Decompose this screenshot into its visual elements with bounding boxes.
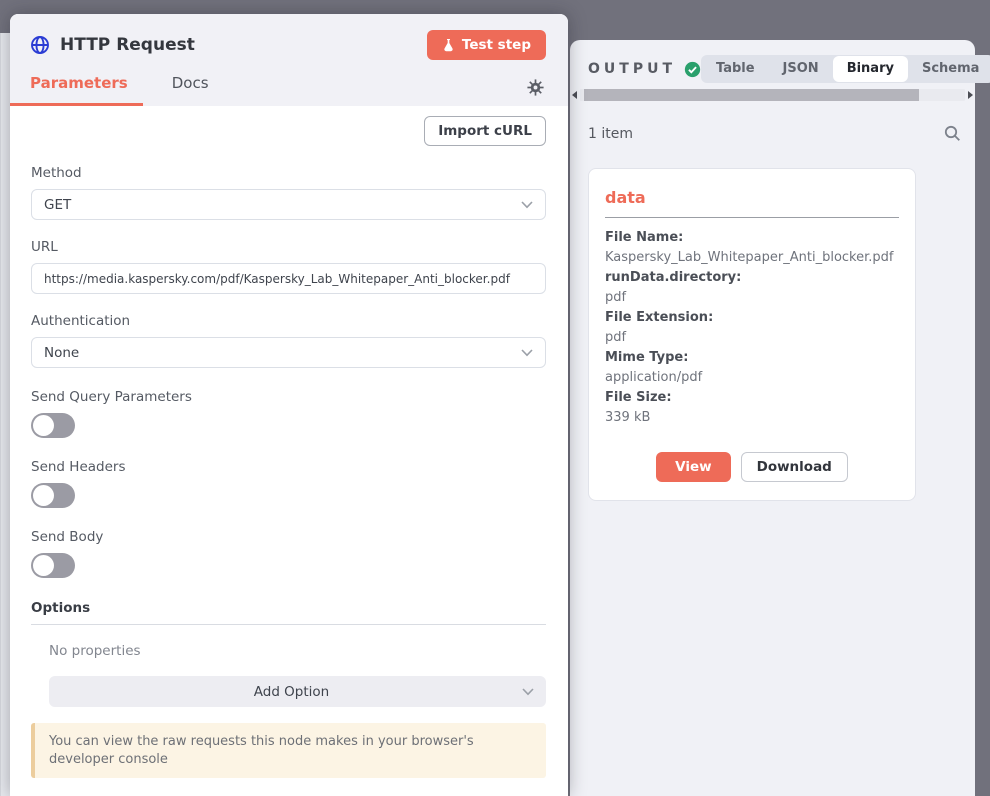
node-title: HTTP Request <box>60 35 427 55</box>
file-extension-value: pdf <box>605 328 899 348</box>
send-query-parameters-toggle[interactable] <box>31 413 75 438</box>
mime-type-field: Mime Type: application/pdf <box>605 348 899 388</box>
rundata-directory-label: runData.directory: <box>605 268 899 288</box>
rundata-directory-value: pdf <box>605 288 899 308</box>
tab-docs[interactable]: Docs <box>172 74 209 106</box>
method-label: Method <box>31 165 546 181</box>
options-title: Options <box>31 600 546 625</box>
test-step-button[interactable]: Test step <box>427 30 546 60</box>
view-button[interactable]: View <box>656 452 730 482</box>
send-body-group: Send Body <box>31 529 546 578</box>
success-check-icon <box>684 61 701 78</box>
send-query-parameters-label: Send Query Parameters <box>31 389 546 405</box>
binary-key: data <box>605 182 899 217</box>
output-tab-binary[interactable]: Binary <box>833 56 908 82</box>
horizontal-scrollbar <box>570 88 975 101</box>
output-tab-schema[interactable]: Schema <box>908 56 990 82</box>
send-query-parameters-group: Send Query Parameters <box>31 389 546 438</box>
scroll-right-arrow[interactable] <box>968 91 973 99</box>
authentication-select[interactable]: None <box>31 337 546 368</box>
items-row: 1 item <box>570 101 975 142</box>
send-body-label: Send Body <box>31 529 546 545</box>
chevron-down-icon <box>522 688 534 696</box>
gear-icon[interactable] <box>527 79 544 96</box>
url-label: URL <box>31 239 546 255</box>
file-size-label: File Size: <box>605 388 899 408</box>
method-value: GET <box>44 197 521 213</box>
scrollbar-thumb[interactable] <box>584 89 919 101</box>
add-option-label: Add Option <box>61 684 522 700</box>
file-name-field: File Name: Kaspersky_Lab_Whitepaper_Anti… <box>605 228 899 268</box>
add-option-select[interactable]: Add Option <box>49 676 546 707</box>
toggle-knob <box>33 485 54 506</box>
parameters-pane: Import cURL Method GET URL Authenticatio… <box>10 106 568 796</box>
developer-console-notice: You can view the raw requests this node … <box>31 723 546 778</box>
file-name-value: Kaspersky_Lab_Whitepaper_Anti_blocker.pd… <box>605 248 899 268</box>
items-count: 1 item <box>588 126 633 142</box>
output-tab-bar: Table JSON Binary Schema <box>701 55 990 83</box>
url-input[interactable] <box>31 263 546 294</box>
import-curl-button[interactable]: Import cURL <box>424 116 546 146</box>
file-size-value: 339 kB <box>605 408 899 428</box>
test-step-label: Test step <box>462 37 531 53</box>
output-tab-json[interactable]: JSON <box>769 56 833 82</box>
node-settings-modal: HTTP Request Test step Parameters Docs <box>10 14 568 796</box>
authentication-field: Authentication None <box>31 313 546 368</box>
scroll-left-arrow[interactable] <box>572 91 577 99</box>
mime-type-value: application/pdf <box>605 368 899 388</box>
output-title: OUTPUT <box>588 61 676 77</box>
card-divider <box>605 217 899 218</box>
chevron-down-icon <box>521 349 533 357</box>
output-tab-table[interactable]: Table <box>702 56 769 82</box>
rundata-directory-field: runData.directory: pdf <box>605 268 899 308</box>
scrollbar-track[interactable] <box>580 89 965 101</box>
file-extension-label: File Extension: <box>605 308 899 328</box>
flask-icon <box>442 38 455 52</box>
tab-parameters[interactable]: Parameters <box>30 74 128 106</box>
file-name-label: File Name: <box>605 228 899 248</box>
send-headers-toggle[interactable] <box>31 483 75 508</box>
output-panel: OUTPUT Table JSON Binary Schema 1 item d… <box>570 40 975 796</box>
send-body-toggle[interactable] <box>31 553 75 578</box>
authentication-value: None <box>44 345 521 361</box>
method-select[interactable]: GET <box>31 189 546 220</box>
toggle-knob <box>33 415 54 436</box>
download-button[interactable]: Download <box>741 452 848 482</box>
file-extension-field: File Extension: pdf <box>605 308 899 348</box>
authentication-label: Authentication <box>31 313 546 329</box>
no-properties-text: No properties <box>49 643 546 659</box>
canvas-edge-strip <box>0 33 10 796</box>
send-headers-label: Send Headers <box>31 459 546 475</box>
binary-data-card: data File Name: Kaspersky_Lab_Whitepaper… <box>588 168 916 501</box>
active-tab-underline <box>10 103 143 106</box>
output-header: OUTPUT Table JSON Binary Schema <box>570 40 975 83</box>
chevron-down-icon <box>521 201 533 209</box>
options-section: Options No properties Add Option <box>31 600 546 707</box>
search-icon[interactable] <box>944 125 961 142</box>
method-field: Method GET <box>31 165 546 220</box>
toggle-knob <box>33 555 54 576</box>
mime-type-label: Mime Type: <box>605 348 899 368</box>
file-size-field: File Size: 339 kB <box>605 388 899 428</box>
send-headers-group: Send Headers <box>31 459 546 508</box>
url-field: URL <box>31 239 546 294</box>
globe-icon <box>30 35 50 55</box>
modal-header: HTTP Request Test step Parameters Docs <box>10 14 568 106</box>
